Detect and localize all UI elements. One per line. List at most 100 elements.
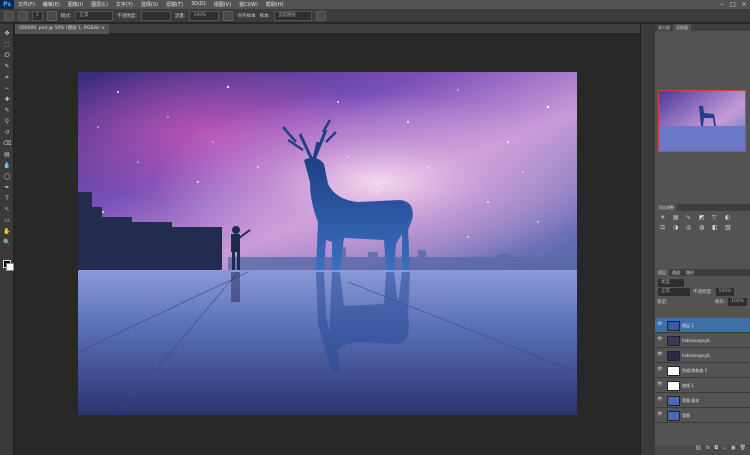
- layer-row[interactable]: 👁 曲线 1: [655, 378, 750, 393]
- exposure-icon[interactable]: ◩: [699, 214, 709, 221]
- fill-field[interactable]: 100%: [727, 297, 748, 307]
- tab-channels[interactable]: 通道: [669, 269, 683, 276]
- visibility-eye-icon[interactable]: 👁: [657, 382, 663, 387]
- close-button[interactable]: ×: [740, 1, 748, 8]
- layer-filter-row: 类型: [657, 278, 748, 288]
- link-layers-icon[interactable]: ⛓: [695, 445, 701, 455]
- eraser-icon[interactable]: ⌫: [3, 140, 11, 147]
- window-controls: – □ ×: [718, 1, 748, 8]
- vertical-scrollbar[interactable]: [640, 24, 652, 455]
- lock-fill-row: 锁定: 填充: 100%: [657, 297, 748, 307]
- blur-icon[interactable]: 💧: [3, 162, 11, 169]
- tool-preset-icon[interactable]: [4, 10, 14, 21]
- adjustments-title: 添加调整: [655, 204, 677, 211]
- tab-navigator[interactable]: 导航器: [673, 24, 691, 31]
- layer-name: 色相/饱和度 1: [682, 368, 708, 373]
- layer-name: hahnsangngit...: [682, 353, 714, 358]
- visibility-eye-icon[interactable]: 👁: [657, 412, 663, 417]
- menu-item[interactable]: 图层(L): [87, 1, 112, 8]
- menu-item[interactable]: 选择(S): [137, 1, 162, 8]
- align-label: 对齐样本: [237, 13, 256, 19]
- levels-icon[interactable]: ▤: [673, 214, 683, 221]
- ignore-adjustment-icon[interactable]: [316, 10, 326, 21]
- menu-item[interactable]: 图像(I): [64, 1, 87, 8]
- blend-opacity-row: 正常 不透明度: 100%: [657, 287, 748, 297]
- clone-source-icon[interactable]: [46, 10, 57, 21]
- navigator-preview[interactable]: [658, 90, 746, 152]
- layer-thumbnail: [667, 351, 680, 361]
- menu-item[interactable]: 滤镜(T): [162, 1, 187, 8]
- zoom-tool-icon[interactable]: 🔍: [3, 239, 11, 246]
- hand-tool-icon[interactable]: ✋: [3, 228, 11, 235]
- shape-tool-icon[interactable]: ▭: [3, 217, 11, 224]
- blend-mode-dropdown[interactable]: 正常: [657, 287, 691, 297]
- crop-tool-icon[interactable]: ⌗: [3, 74, 11, 81]
- maximize-button[interactable]: □: [729, 1, 737, 8]
- black-white-icon[interactable]: ◑: [673, 224, 683, 231]
- channel-mixer-icon[interactable]: ◍: [699, 224, 709, 231]
- history-brush-icon[interactable]: ↺: [3, 129, 11, 136]
- brush-preset-icon[interactable]: [18, 10, 28, 21]
- opacity-label: 不透明度:: [117, 13, 137, 19]
- dodge-icon[interactable]: ◯: [3, 173, 11, 180]
- gradient-map-icon[interactable]: ▥: [725, 224, 735, 231]
- visibility-eye-icon[interactable]: 👁: [657, 367, 663, 372]
- clone-stamp-icon[interactable]: ⚲: [3, 118, 11, 125]
- brush-size-field[interactable]: 5: [32, 10, 43, 21]
- tab-histogram[interactable]: 直方图: [655, 24, 673, 31]
- layer-name: 背景: [682, 413, 690, 418]
- opacity-field[interactable]: [140, 10, 171, 21]
- layer-row[interactable]: 👁 背景 副本: [655, 393, 750, 408]
- align-checkbox[interactable]: [223, 10, 234, 21]
- menu-item[interactable]: 编辑(E): [39, 1, 64, 8]
- menu-item[interactable]: 帮助(H): [262, 1, 288, 8]
- photo-filter-icon[interactable]: ◎: [686, 224, 696, 231]
- brush-tool-icon[interactable]: ✎: [3, 107, 11, 114]
- new-layer-icon[interactable]: ▣: [731, 445, 736, 455]
- menu-item[interactable]: 文字(Y): [112, 1, 137, 8]
- layer-opacity-field[interactable]: 100%: [714, 287, 736, 297]
- type-tool-icon[interactable]: T: [3, 195, 11, 202]
- pen-tool-icon[interactable]: ✒: [3, 184, 11, 191]
- visibility-eye-icon[interactable]: 👁: [657, 352, 663, 357]
- layer-row[interactable]: 👁 背景: [655, 408, 750, 423]
- gradient-icon[interactable]: ▤: [3, 151, 11, 158]
- marquee-tool-icon[interactable]: ⬚: [3, 41, 11, 48]
- add-mask-icon[interactable]: ◘: [714, 445, 718, 455]
- menu-item[interactable]: 窗口(W): [235, 1, 262, 8]
- brightness-icon[interactable]: ☀: [660, 214, 670, 221]
- eyedropper-icon[interactable]: ⌁: [3, 85, 11, 92]
- visibility-eye-icon[interactable]: 👁: [657, 397, 663, 402]
- delete-layer-icon[interactable]: 🗑: [740, 445, 746, 455]
- layer-row[interactable]: 👁 hahnsangngit...: [655, 348, 750, 363]
- path-select-icon[interactable]: ↖: [3, 206, 11, 213]
- tab-layers[interactable]: 图层: [655, 269, 669, 276]
- color-balance-icon[interactable]: ⚖: [660, 224, 670, 231]
- invert-icon[interactable]: ◧: [712, 224, 722, 231]
- lasso-tool-icon[interactable]: ⵔ: [3, 52, 11, 59]
- visibility-eye-icon[interactable]: 👁: [657, 337, 663, 342]
- menu-item[interactable]: 视图(V): [210, 1, 235, 8]
- healing-brush-icon[interactable]: ✚: [3, 96, 11, 103]
- document-tab[interactable]: 000000 .psd @ 50% (图层 1, RGB/8) ×: [15, 24, 109, 34]
- hue-saturation-icon[interactable]: ◐: [725, 214, 735, 221]
- layer-row[interactable]: 👁 图层 1: [655, 318, 750, 333]
- menu-item[interactable]: 文件(F): [14, 1, 39, 8]
- document-canvas[interactable]: [78, 72, 577, 415]
- layer-row[interactable]: 👁 色相/饱和度 1: [655, 363, 750, 378]
- move-tool-icon[interactable]: ✥: [3, 30, 11, 37]
- sample-dropdown[interactable]: 当前图层: [274, 10, 312, 21]
- flow-field[interactable]: 100%: [189, 10, 220, 21]
- quick-select-icon[interactable]: ✎: [3, 63, 11, 70]
- mode-dropdown[interactable]: 正常: [75, 10, 114, 21]
- background-color-swatch[interactable]: [6, 263, 14, 271]
- tab-paths[interactable]: 路径: [683, 269, 697, 276]
- new-group-icon[interactable]: ▭: [722, 445, 727, 455]
- add-style-icon[interactable]: fx: [705, 445, 710, 455]
- visibility-eye-icon[interactable]: 👁: [657, 322, 663, 327]
- minimize-button[interactable]: –: [718, 1, 726, 8]
- menu-item[interactable]: 3D(D): [187, 1, 210, 8]
- layer-row[interactable]: 👁 hahnsangngit...: [655, 333, 750, 348]
- curves-icon[interactable]: ∿: [686, 214, 696, 221]
- vibrance-icon[interactable]: ▽: [712, 214, 722, 221]
